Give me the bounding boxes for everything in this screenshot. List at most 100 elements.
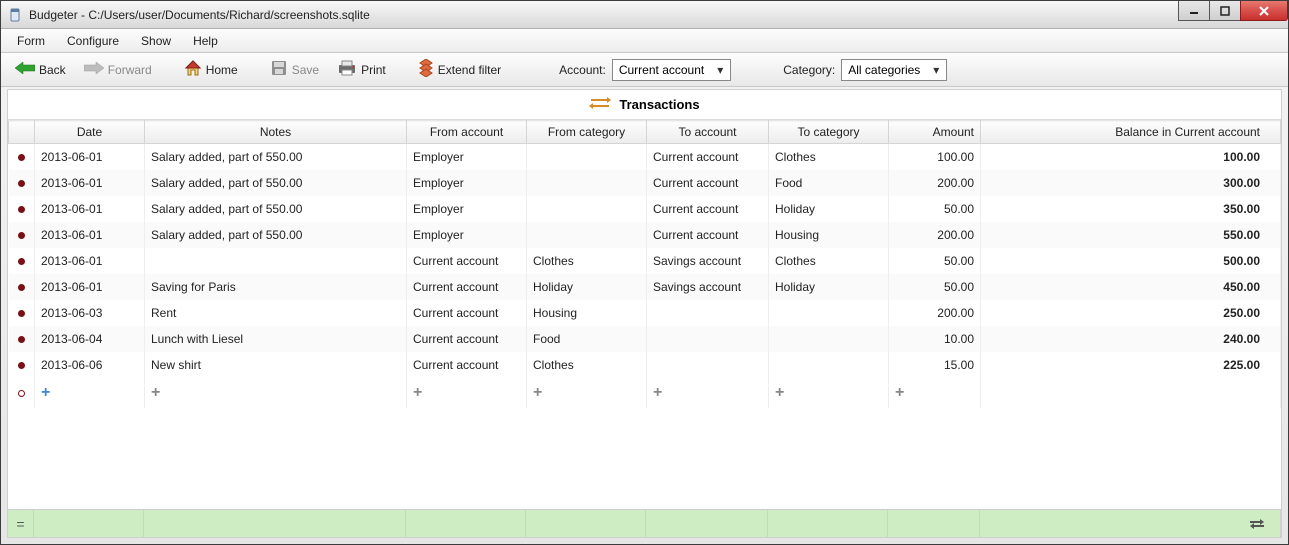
add-from-account[interactable]: + — [407, 378, 527, 408]
cell-from-account[interactable]: Current account — [407, 248, 527, 274]
cell-from-category[interactable]: Clothes — [527, 248, 647, 274]
cell-to-account[interactable]: Current account — [647, 170, 769, 196]
filter-collapse-icon[interactable] — [980, 510, 1281, 537]
cell-date[interactable]: 2013-06-04 — [35, 326, 145, 352]
col-from-account[interactable]: From account — [407, 121, 527, 144]
menu-show[interactable]: Show — [131, 31, 181, 51]
minimize-button[interactable] — [1178, 1, 1210, 21]
cell-notes[interactable]: Rent — [145, 300, 407, 326]
col-to-account[interactable]: To account — [647, 121, 769, 144]
cell-to-category[interactable]: Food — [769, 170, 889, 196]
cell-from-category[interactable] — [527, 196, 647, 222]
cell-from-category[interactable]: Clothes — [527, 352, 647, 378]
add-to-account[interactable]: + — [647, 378, 769, 408]
filter-from-account[interactable] — [406, 510, 526, 537]
cell-date[interactable]: 2013-06-01 — [35, 248, 145, 274]
filter-notes[interactable] — [144, 510, 406, 537]
cell-amount[interactable]: 200.00 — [889, 300, 981, 326]
cell-notes[interactable] — [145, 248, 407, 274]
cell-date[interactable]: 2013-06-01 — [35, 274, 145, 300]
cell-date[interactable]: 2013-06-01 — [35, 222, 145, 248]
cell-to-account[interactable]: Current account — [647, 144, 769, 171]
cell-from-category[interactable]: Holiday — [527, 274, 647, 300]
cell-from-account[interactable]: Employer — [407, 170, 527, 196]
cell-notes[interactable]: Salary added, part of 550.00 — [145, 222, 407, 248]
col-to-category[interactable]: To category — [769, 121, 889, 144]
cell-from-category[interactable] — [527, 170, 647, 196]
cell-to-category[interactable]: Clothes — [769, 144, 889, 171]
cell-from-account[interactable]: Current account — [407, 352, 527, 378]
table-row[interactable]: 2013-06-01Current accountClothesSavings … — [9, 248, 1281, 274]
add-from-category[interactable]: + — [527, 378, 647, 408]
cell-to-account[interactable]: Current account — [647, 196, 769, 222]
cell-amount[interactable]: 10.00 — [889, 326, 981, 352]
col-marker[interactable] — [9, 121, 35, 144]
cell-notes[interactable]: Salary added, part of 550.00 — [145, 144, 407, 171]
cell-date[interactable]: 2013-06-03 — [35, 300, 145, 326]
cell-amount[interactable]: 100.00 — [889, 144, 981, 171]
cell-amount[interactable]: 50.00 — [889, 196, 981, 222]
cell-from-account[interactable]: Employer — [407, 222, 527, 248]
cell-to-category[interactable]: Clothes — [769, 248, 889, 274]
cell-notes[interactable]: Lunch with Liesel — [145, 326, 407, 352]
menu-configure[interactable]: Configure — [57, 31, 129, 51]
filter-to-account[interactable] — [646, 510, 768, 537]
cell-to-category[interactable] — [769, 326, 889, 352]
table-row[interactable]: 2013-06-01Salary added, part of 550.00Em… — [9, 170, 1281, 196]
cell-from-category[interactable]: Housing — [527, 300, 647, 326]
add-amount[interactable]: + — [889, 378, 981, 408]
back-button[interactable]: Back — [9, 59, 72, 80]
cell-to-category[interactable] — [769, 300, 889, 326]
cell-to-account[interactable]: Savings account — [647, 274, 769, 300]
table-row[interactable]: 2013-06-04Lunch with LieselCurrent accou… — [9, 326, 1281, 352]
menu-help[interactable]: Help — [183, 31, 228, 51]
col-balance[interactable]: Balance in Current account — [981, 121, 1281, 144]
filter-to-category[interactable] — [768, 510, 888, 537]
table-row[interactable]: 2013-06-01Salary added, part of 550.00Em… — [9, 196, 1281, 222]
cell-from-account[interactable]: Current account — [407, 274, 527, 300]
filter-from-category[interactable] — [526, 510, 646, 537]
col-date[interactable]: Date — [35, 121, 145, 144]
cell-amount[interactable]: 50.00 — [889, 274, 981, 300]
cell-amount[interactable]: 15.00 — [889, 352, 981, 378]
cell-to-account[interactable]: Current account — [647, 222, 769, 248]
home-button[interactable]: Home — [178, 57, 244, 82]
table-row[interactable]: 2013-06-06New shirtCurrent accountClothe… — [9, 352, 1281, 378]
transactions-grid[interactable]: Date Notes From account From category To… — [8, 120, 1281, 509]
col-notes[interactable]: Notes — [145, 121, 407, 144]
cell-date[interactable]: 2013-06-01 — [35, 144, 145, 171]
cell-from-category[interactable] — [527, 144, 647, 171]
close-button[interactable] — [1240, 1, 1288, 21]
maximize-button[interactable] — [1209, 1, 1241, 21]
cell-from-account[interactable]: Current account — [407, 300, 527, 326]
cell-from-account[interactable]: Employer — [407, 144, 527, 171]
cell-from-category[interactable]: Food — [527, 326, 647, 352]
table-row[interactable]: 2013-06-01Salary added, part of 550.00Em… — [9, 222, 1281, 248]
add-notes[interactable]: + — [145, 378, 407, 408]
cell-amount[interactable]: 50.00 — [889, 248, 981, 274]
cell-notes[interactable]: New shirt — [145, 352, 407, 378]
cell-from-account[interactable]: Employer — [407, 196, 527, 222]
cell-to-category[interactable]: Housing — [769, 222, 889, 248]
col-amount[interactable]: Amount — [889, 121, 981, 144]
cell-notes[interactable]: Saving for Paris — [145, 274, 407, 300]
cell-from-category[interactable] — [527, 222, 647, 248]
cell-amount[interactable]: 200.00 — [889, 222, 981, 248]
cell-to-account[interactable] — [647, 352, 769, 378]
account-combo[interactable]: Current account ▾ — [612, 59, 731, 81]
add-date[interactable]: + — [35, 378, 145, 408]
col-from-category[interactable]: From category — [527, 121, 647, 144]
cell-date[interactable]: 2013-06-06 — [35, 352, 145, 378]
cell-notes[interactable]: Salary added, part of 550.00 — [145, 196, 407, 222]
cell-to-account[interactable]: Savings account — [647, 248, 769, 274]
cell-to-category[interactable]: Holiday — [769, 196, 889, 222]
cell-notes[interactable]: Salary added, part of 550.00 — [145, 170, 407, 196]
cell-amount[interactable]: 200.00 — [889, 170, 981, 196]
cell-to-category[interactable]: Holiday — [769, 274, 889, 300]
forward-button[interactable]: Forward — [78, 59, 158, 80]
extend-filter-button[interactable]: Extend filter — [412, 57, 507, 82]
filter-date[interactable] — [34, 510, 144, 537]
save-button[interactable]: Save — [264, 57, 325, 82]
add-to-category[interactable]: + — [769, 378, 889, 408]
filter-amount[interactable] — [888, 510, 980, 537]
